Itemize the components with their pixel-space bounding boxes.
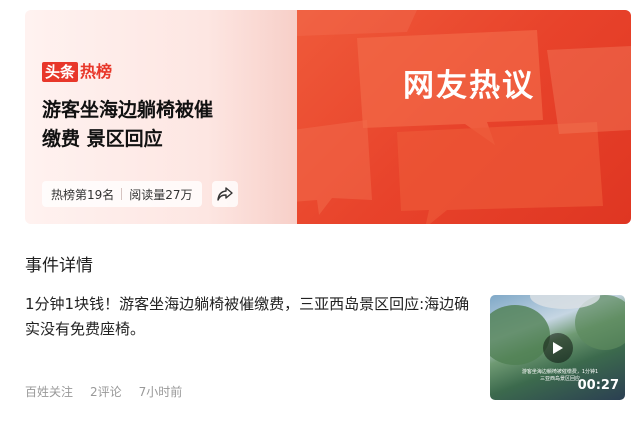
scene-foliage xyxy=(490,305,550,365)
logo-text: 热榜 xyxy=(80,62,113,81)
play-icon xyxy=(553,342,563,354)
source-label[interactable]: 百姓关注 xyxy=(25,383,73,400)
publish-time: 7小时前 xyxy=(138,385,183,399)
logo-box: 头条 xyxy=(42,62,79,82)
banner-headline[interactable]: 游客坐海边躺椅被催 缴费 景区回应 xyxy=(42,96,282,154)
read-count: 阅读量27万 xyxy=(129,187,193,202)
video-caption-line-1: 游客坐海边躺椅被催缴费，1分钟1 xyxy=(521,369,599,375)
speech-bubbles-graphic xyxy=(297,10,631,224)
video-duration: 00:27 xyxy=(577,378,619,393)
headline-line-1: 游客坐海边躺椅被催 xyxy=(42,99,214,121)
comment-count[interactable]: 2评论 xyxy=(90,383,122,400)
stat-divider xyxy=(121,188,123,200)
banner-tag: 网友热议 xyxy=(403,68,535,104)
hot-banner-card[interactable]: 头条 热榜 游客坐海边躺椅被催 缴费 景区回应 热榜第19名 阅读量27万 网友… xyxy=(25,10,631,224)
hot-rank: 热榜第19名 xyxy=(51,187,115,202)
stats-pill: 热榜第19名 阅读量27万 xyxy=(42,181,202,207)
banner-graphic: 网友热议 xyxy=(297,10,631,224)
event-meta: 百姓关注 2评论 7小时前 xyxy=(25,383,199,400)
event-summary[interactable]: 1分钟1块钱！游客坐海边躺椅被催缴费，三亚西岛景区回应:海边确实没有免费座椅。 xyxy=(25,292,475,342)
page: 头条 热榜 游客坐海边躺椅被催 缴费 景区回应 热榜第19名 阅读量27万 网友… xyxy=(0,0,640,428)
section-title: 事件详情 xyxy=(25,256,93,276)
share-button[interactable] xyxy=(212,181,238,207)
toutiao-hot-logo: 头条 热榜 xyxy=(42,62,112,82)
banner-info: 头条 热榜 游客坐海边躺椅被催 缴费 景区回应 热榜第19名 阅读量27万 xyxy=(25,10,297,224)
video-thumbnail[interactable]: 游客坐海边躺椅被催缴费，1分钟1 三亚西岛景区回应 00:27 xyxy=(490,295,625,400)
headline-line-2: 缴费 景区回应 xyxy=(42,128,163,150)
share-icon xyxy=(217,187,233,201)
play-button[interactable] xyxy=(543,333,573,363)
